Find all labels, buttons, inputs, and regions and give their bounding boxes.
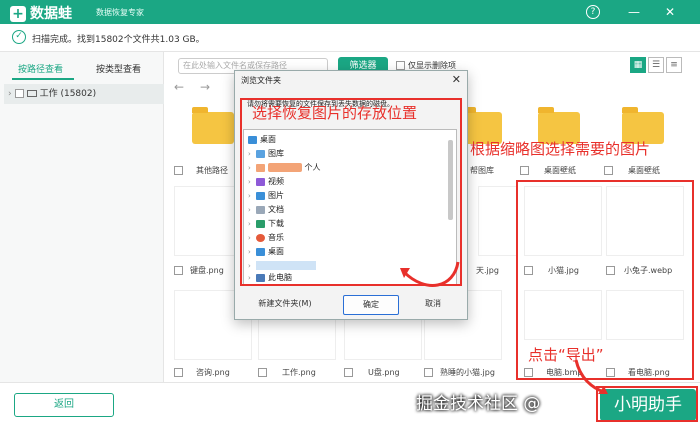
deleted-only-label: 仅显示删除项 <box>408 61 456 70</box>
file-name: 工作.png <box>282 368 316 377</box>
file-name: 熟睡的小猫.jpg <box>440 368 495 377</box>
forward-arrow-icon[interactable]: → <box>200 80 210 94</box>
annotation-arrow-icon <box>400 261 460 287</box>
back-arrow-icon[interactable]: ← <box>174 80 184 94</box>
detail-view-icon[interactable]: ≡ <box>666 57 682 73</box>
select-location-annotation: 选择恢复图片的存放位置 <box>252 104 418 122</box>
file-name: 帮图库 <box>470 166 494 175</box>
dialog-ok-button[interactable]: 确定 <box>343 295 399 315</box>
tab-by-type[interactable]: 按类型查看 <box>96 62 141 75</box>
dialog-title: 浏览文件夹 <box>241 76 281 85</box>
tab-by-path[interactable]: 按路径查看 <box>18 62 63 75</box>
file-checkbox[interactable] <box>174 266 183 275</box>
title-bar: + 数据蛙 数据恢复专家 ? — ✕ <box>0 0 700 24</box>
scan-status-bar: ✓ 扫描完成。找到15802个文件共1.03 GB。 <box>0 24 700 52</box>
grid-view-icon[interactable]: ▦ <box>630 57 646 73</box>
dialog-cancel-button[interactable]: 取消 <box>405 295 461 315</box>
scan-status-text: 扫描完成。找到15802个文件共1.03 GB。 <box>32 35 205 45</box>
tree-item-checkbox[interactable] <box>14 89 24 98</box>
file-checkbox[interactable] <box>604 166 613 175</box>
file-checkbox[interactable] <box>344 368 353 377</box>
file-checkbox[interactable] <box>424 368 433 377</box>
minimize-icon[interactable]: — <box>626 4 642 20</box>
tree-item-work[interactable]: › 工作 (15802) <box>4 84 164 104</box>
close-icon[interactable]: ✕ <box>662 4 678 20</box>
sidebar: 按路径查看 按类型查看 › 工作 (15802) <box>0 52 164 382</box>
choose-thumbnails-annotation: 根据缩略图选择需要的图片 <box>470 140 651 158</box>
file-name: 咨询.png <box>196 368 230 377</box>
file-name: 键盘.png <box>190 266 224 275</box>
file-checkbox[interactable] <box>174 166 183 175</box>
drive-icon <box>26 90 37 97</box>
file-name: 桌面壁纸 <box>544 166 576 175</box>
file-name: U盘.png <box>368 368 400 377</box>
app-subtitle: 数据恢复专家 <box>96 8 144 17</box>
file-name: 天.jpg <box>476 266 499 275</box>
export-arrow-icon <box>574 359 608 394</box>
deleted-only-checkbox[interactable] <box>396 61 405 70</box>
tree-item-label: 工作 (15802) <box>39 89 97 99</box>
help-icon[interactable]: ? <box>586 5 600 19</box>
app-name: 数据蛙 <box>30 6 72 22</box>
plus-logo-icon: + <box>10 6 26 22</box>
file-name: 其他路径 <box>196 166 228 175</box>
file-checkbox[interactable] <box>520 166 529 175</box>
list-view-icon[interactable]: ☰ <box>648 57 664 73</box>
chevron-right-icon[interactable]: › <box>8 89 12 99</box>
check-circle-icon: ✓ <box>12 30 26 44</box>
file-name: 桌面壁纸 <box>628 166 660 175</box>
file-thumbnail[interactable] <box>478 186 518 256</box>
file-checkbox[interactable] <box>258 368 267 377</box>
new-folder-button[interactable]: 新建文件夹(M) <box>245 295 325 315</box>
app-logo: + 数据蛙 <box>10 3 72 23</box>
watermark-text: 掘金技术社区 @ <box>416 394 541 414</box>
dialog-close-icon[interactable]: ✕ <box>452 73 461 86</box>
file-checkbox[interactable] <box>174 368 183 377</box>
folder-icon <box>192 107 234 144</box>
active-tab-indicator <box>12 78 74 80</box>
back-button[interactable]: 返回 <box>14 393 114 417</box>
